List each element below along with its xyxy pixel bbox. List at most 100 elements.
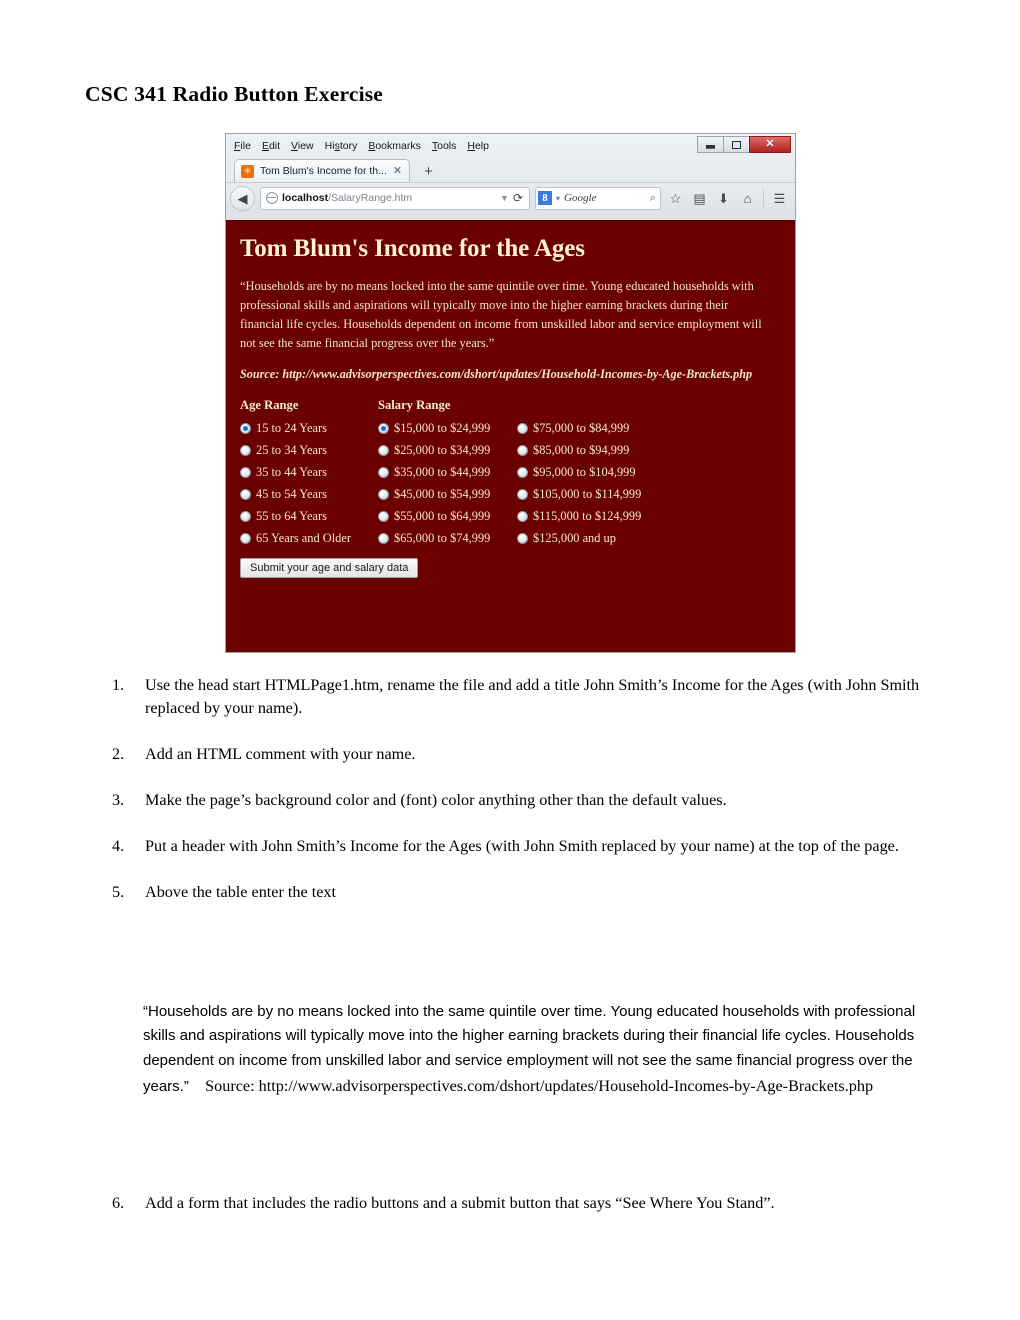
menu-item-file[interactable]: File	[234, 140, 251, 152]
radio-icon[interactable]	[517, 423, 528, 435]
web-page-heading: Tom Blum's Income for the Ages	[240, 235, 585, 262]
radio-row[interactable]: 15 to 24 Years	[240, 418, 378, 440]
reading-list-icon[interactable]: ▤	[690, 192, 709, 205]
radio-row[interactable]: $25,000 to $34,999	[378, 440, 517, 462]
home-icon[interactable]: ⌂	[738, 192, 757, 205]
radio-row[interactable]: 55 to 64 Years	[240, 506, 378, 528]
radio-icon[interactable]	[378, 489, 389, 501]
list-item-text: Make the page’s background color and (fo…	[145, 791, 727, 809]
web-page-quote: “Households are by no means locked into …	[240, 279, 762, 351]
radio-row[interactable]: $35,000 to $44,999	[378, 462, 517, 484]
search-bar[interactable]: 8 ▾ Google ⌕	[535, 186, 661, 210]
chevron-down-icon[interactable]: ▾	[556, 194, 560, 203]
radio-icon[interactable]	[517, 511, 528, 523]
radio-icon[interactable]	[517, 489, 528, 501]
salary-range-header: Salary Range	[378, 397, 451, 412]
radio-grid: 15 to 24 Years 25 to 34 Years 35 to 44 Y…	[240, 418, 779, 550]
radio-icon[interactable]	[240, 533, 251, 545]
radio-row[interactable]: $115,000 to $124,999	[517, 506, 667, 528]
rendered-web-page: Tom Blum's Income for the Ages “Househol…	[226, 220, 795, 652]
radio-icon[interactable]	[378, 423, 389, 435]
salary-range-column-left: $15,000 to $24,999 $25,000 to $34,999 $3…	[378, 418, 517, 550]
google-icon[interactable]: 8	[538, 191, 552, 205]
back-button[interactable]: ◀	[230, 185, 255, 211]
quote-block: “Households are by no means locked into …	[143, 1000, 943, 1100]
radio-row[interactable]: $125,000 and up	[517, 528, 667, 550]
search-icon[interactable]: ⌕	[650, 192, 656, 205]
menu-item-bookmarks[interactable]: Bookmarks	[368, 140, 421, 152]
list-item-text: Add an HTML comment with your name.	[145, 745, 416, 763]
chevron-down-icon[interactable]: ▼	[500, 193, 509, 203]
radio-icon[interactable]	[240, 489, 251, 501]
menu-item-edit[interactable]: Edit	[262, 140, 280, 152]
radio-icon[interactable]	[517, 533, 528, 545]
radio-label: $15,000 to $24,999	[394, 421, 491, 436]
address-bar[interactable]: localhost/SalaryRange.htm ▼ ⟳	[260, 186, 530, 210]
restore-icon	[732, 140, 741, 149]
salary-range-column-right: $75,000 to $84,999 $85,000 to $94,999 $9…	[517, 418, 667, 550]
radio-icon[interactable]	[378, 533, 389, 545]
radio-row[interactable]: 35 to 44 Years	[240, 462, 378, 484]
radio-icon[interactable]	[240, 445, 251, 457]
radio-label: $35,000 to $44,999	[394, 465, 491, 480]
list-item-text: Above the table enter the text	[145, 883, 337, 901]
minimize-icon	[706, 145, 715, 149]
radio-icon[interactable]	[378, 511, 389, 523]
tab-close-icon[interactable]: ✕	[393, 165, 402, 177]
menu-item-tools[interactable]: Tools	[432, 140, 457, 152]
radio-label: 45 to 54 Years	[256, 487, 327, 502]
close-button[interactable]: ✕	[749, 136, 791, 153]
downloads-icon[interactable]: ⬇	[714, 192, 733, 205]
radio-icon[interactable]	[378, 445, 389, 457]
age-range-column: 15 to 24 Years 25 to 34 Years 35 to 44 Y…	[240, 418, 378, 550]
globe-icon	[266, 192, 278, 204]
radio-row[interactable]: $105,000 to $114,999	[517, 484, 667, 506]
radio-row[interactable]: 65 Years and Older	[240, 528, 378, 550]
web-page-source: Source: http://www.advisorperspectives.c…	[240, 367, 753, 382]
menu-item-history[interactable]: History	[325, 140, 358, 152]
radio-label: 15 to 24 Years	[256, 421, 327, 436]
radio-label: 35 to 44 Years	[256, 465, 327, 480]
close-icon: ✕	[765, 138, 775, 150]
column-headers: Age Range Salary Range	[240, 398, 779, 413]
search-input[interactable]: Google	[564, 192, 646, 204]
menu-item-help[interactable]: Help	[467, 140, 489, 152]
radio-row[interactable]: $45,000 to $54,999	[378, 484, 517, 506]
radio-row[interactable]: $15,000 to $24,999	[378, 418, 517, 440]
radio-row[interactable]: $55,000 to $64,999	[378, 506, 517, 528]
hamburger-menu-icon[interactable]: ☰	[770, 192, 789, 205]
list-item: 2. Add an HTML comment with your name.	[112, 743, 957, 766]
instruction-list: 1. Use the head start HTMLPage1.htm, ren…	[112, 674, 957, 927]
bookmark-star-icon[interactable]: ☆	[666, 192, 685, 205]
radio-row[interactable]: 45 to 54 Years	[240, 484, 378, 506]
new-tab-button[interactable]: +	[424, 164, 433, 179]
radio-label: $75,000 to $84,999	[533, 421, 630, 436]
radio-label: $25,000 to $34,999	[394, 443, 491, 458]
navigation-toolbar: ◀ localhost/SalaryRange.htm ▼ ⟳ 8 ▾ Goog…	[226, 182, 795, 213]
list-item-number: 6.	[112, 1194, 125, 1212]
minimize-button[interactable]	[697, 136, 724, 153]
radio-row[interactable]: $85,000 to $94,999	[517, 440, 667, 462]
list-item: 4. Put a header with John Smith’s Income…	[112, 835, 957, 858]
radio-icon[interactable]	[378, 467, 389, 479]
list-item-number: 3.	[112, 791, 125, 809]
submit-button[interactable]: Submit your age and salary data	[240, 557, 419, 578]
radio-icon[interactable]	[517, 467, 528, 479]
menu-item-view[interactable]: View	[291, 140, 314, 152]
radio-icon[interactable]	[240, 423, 251, 435]
radio-icon[interactable]	[240, 511, 251, 523]
radio-row[interactable]: $95,000 to $104,999	[517, 462, 667, 484]
radio-row[interactable]: $75,000 to $84,999	[517, 418, 667, 440]
reload-icon[interactable]: ⟳	[513, 191, 525, 206]
page-favicon-icon: ✳	[241, 164, 254, 178]
radio-row[interactable]: 25 to 34 Years	[240, 440, 378, 462]
window-controls: ✕	[697, 136, 791, 153]
radio-icon[interactable]	[240, 467, 251, 479]
radio-icon[interactable]	[517, 445, 528, 457]
radio-row[interactable]: $65,000 to $74,999	[378, 528, 517, 550]
list-item-number: 4.	[112, 837, 125, 855]
radio-label: $45,000 to $54,999	[394, 487, 491, 502]
restore-button[interactable]	[723, 136, 750, 153]
tab-salary-range[interactable]: ✳ Tom Blum's Income for th... ✕	[234, 159, 411, 182]
radio-label: 55 to 64 Years	[256, 509, 327, 524]
